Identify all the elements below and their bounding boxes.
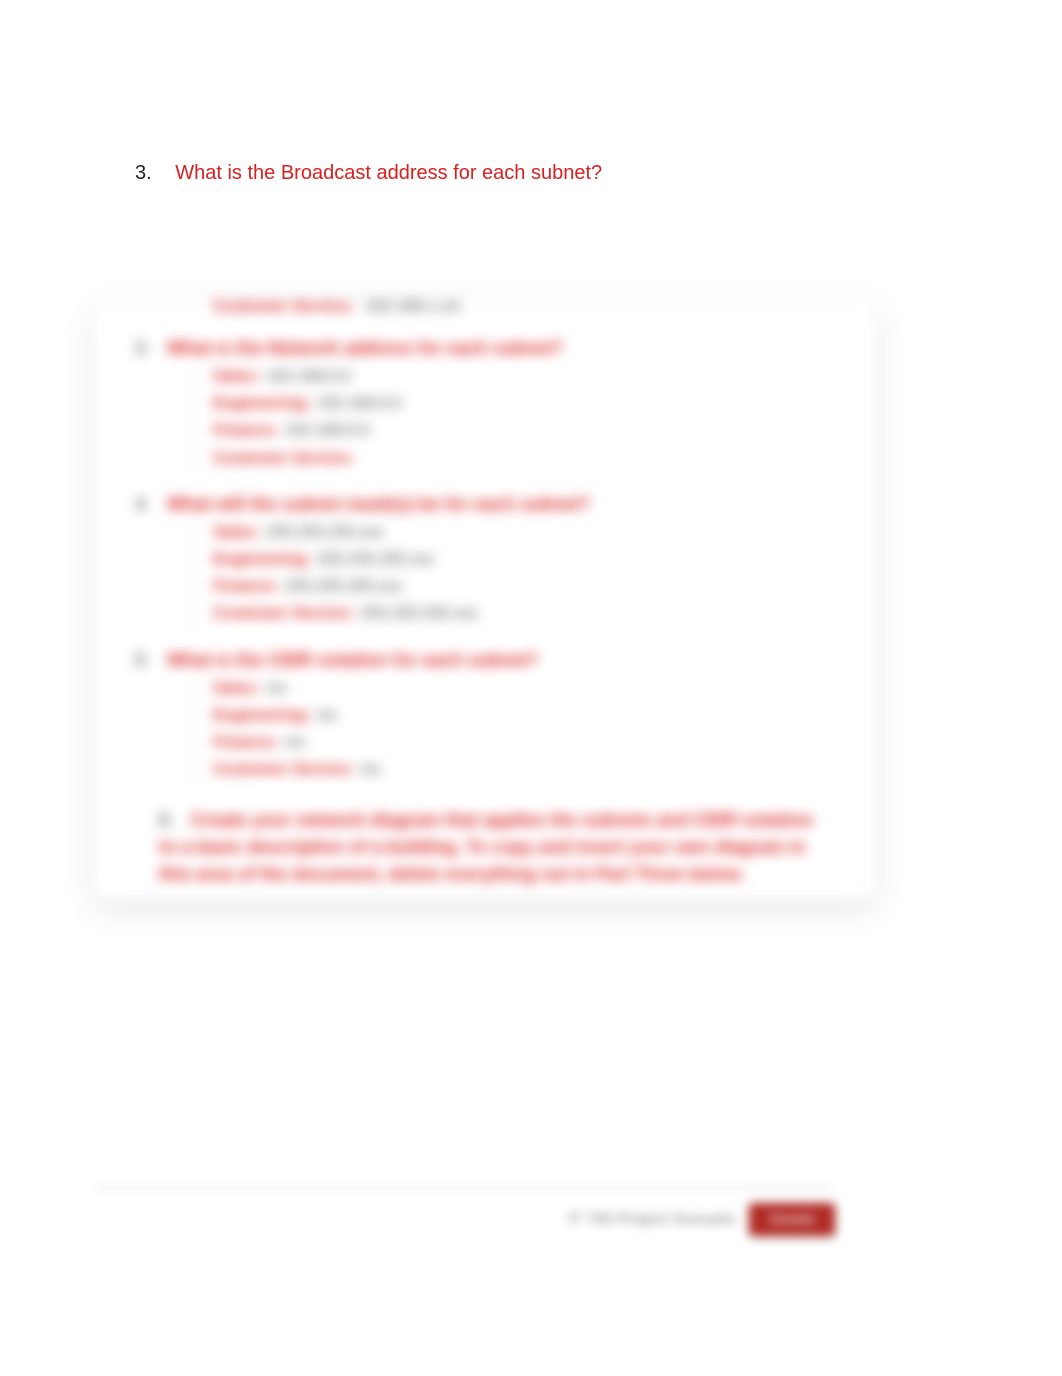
question-3-line: 3. What is the Broadcast address for eac… bbox=[135, 160, 602, 186]
question-number: 3. bbox=[135, 162, 152, 184]
blurred-question-3: 4. What will the subnet mask(s) be for e… bbox=[115, 494, 855, 628]
blurred-question-5: 6. Create your network diagram that appl… bbox=[159, 807, 831, 888]
top-orphan-row: Customer Service: 192.168.1.x/x bbox=[213, 298, 855, 316]
question-text: What is the Broadcast address for each s… bbox=[175, 162, 602, 184]
blurred-question-4: 5. What is the CIDR notation for each su… bbox=[115, 650, 855, 784]
blurred-question-2: 3. What is the Network address for each … bbox=[115, 338, 855, 472]
footer-caption: IT 700 Project Scenario bbox=[568, 1211, 735, 1229]
blurred-preview-card: Customer Service: 192.168.1.x/x 3. What … bbox=[95, 300, 875, 898]
blurred-footer: IT 700 Project Scenario Details bbox=[95, 1187, 835, 1236]
footer-rule bbox=[95, 1187, 835, 1189]
details-button[interactable]: Details bbox=[749, 1203, 835, 1236]
